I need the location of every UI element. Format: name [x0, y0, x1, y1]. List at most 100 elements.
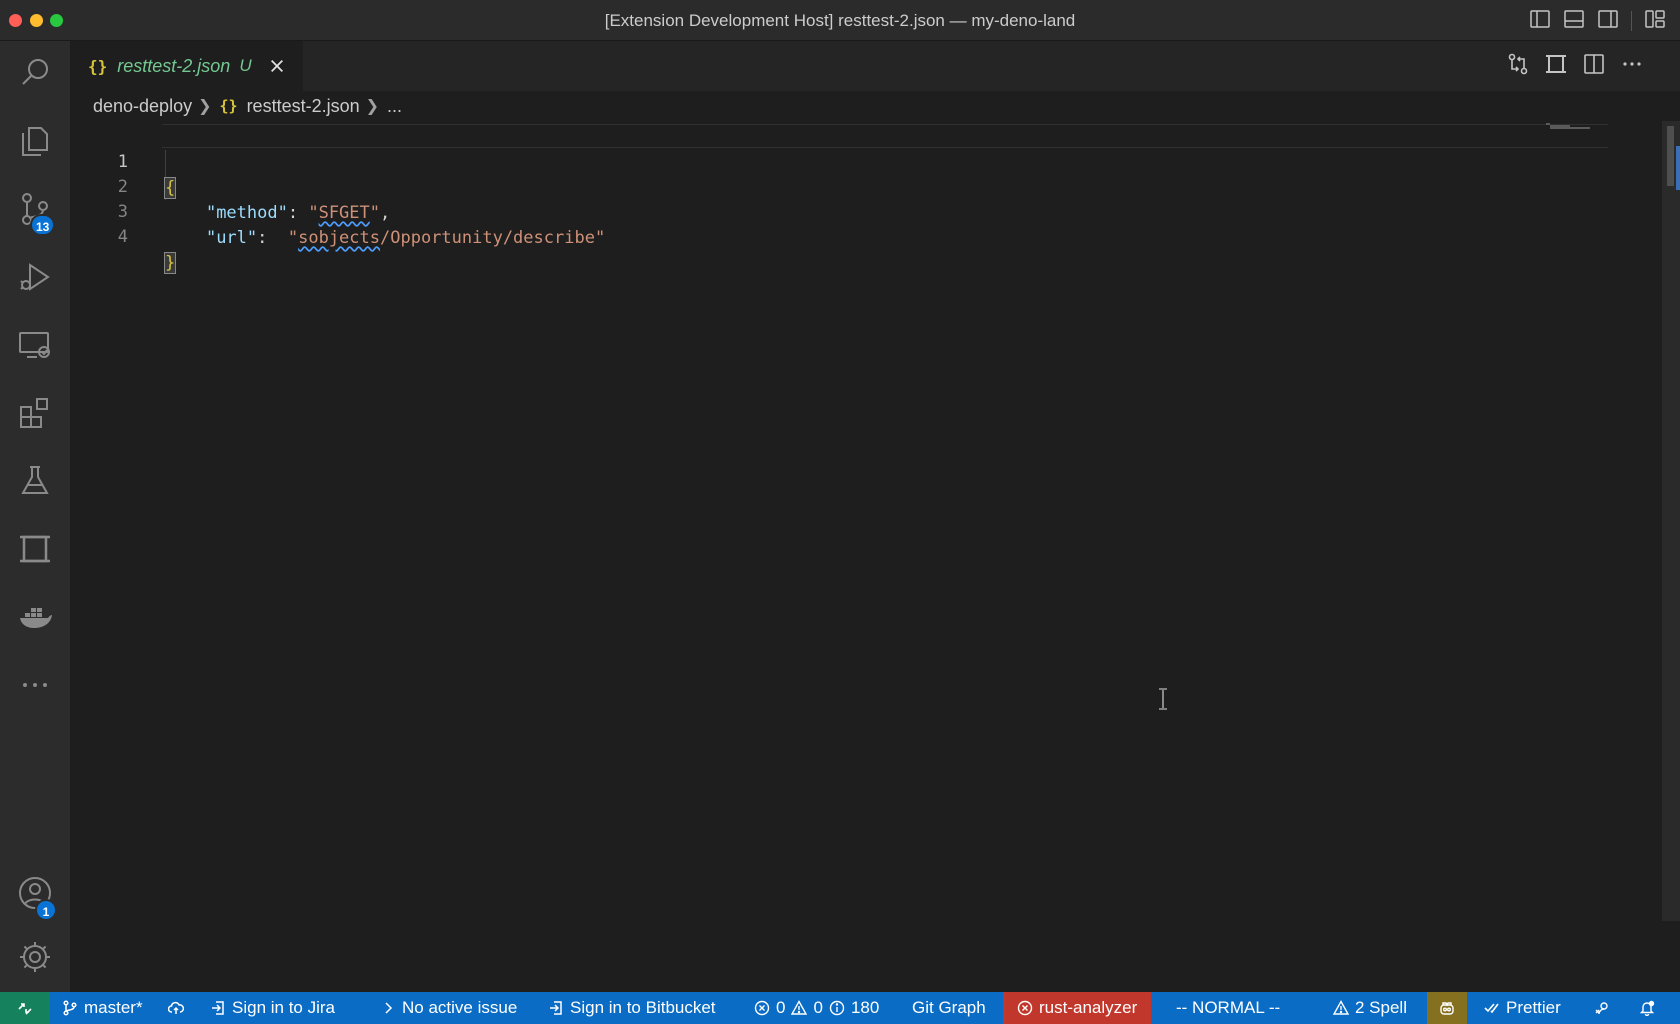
more-actions-icon[interactable]: [1620, 52, 1644, 81]
copilot-icon: [1440, 1002, 1454, 1015]
more-icon[interactable]: [0, 653, 70, 717]
breadcrumb-file[interactable]: resttest-2.json: [247, 96, 360, 117]
settings-gear-icon[interactable]: [0, 925, 70, 989]
remote-explorer-icon[interactable]: [0, 313, 70, 377]
run-and-debug-icon[interactable]: [0, 245, 70, 309]
editor-tab-bar: {} resttest-2.json U: [70, 41, 1680, 91]
search-icon[interactable]: [0, 41, 70, 105]
sign-in-icon: [212, 1001, 224, 1015]
toggle-primary-sidebar-icon[interactable]: [1529, 8, 1551, 35]
status-bar: master* Sign in to Jira No active issue …: [0, 992, 1680, 1024]
breadcrumb: deno-deploy ❯ {} resttest-2.json ❯ ...: [93, 91, 402, 121]
close-tab-icon[interactable]: [268, 57, 286, 75]
prettier-label: Prettier: [1506, 998, 1561, 1017]
notifications-button[interactable]: [1639, 992, 1655, 1024]
explorer-icon[interactable]: [0, 109, 70, 173]
quote: ": [594, 228, 606, 248]
json-value: /Opportunity/describe: [380, 228, 595, 248]
git-branch-icon: [63, 1000, 77, 1016]
breadcrumb-folder[interactable]: deno-deploy: [93, 96, 192, 117]
tab-untracked-status: U: [239, 56, 252, 75]
spell-check-status[interactable]: 2 Spell: [1333, 992, 1407, 1024]
remote-indicator[interactable]: [0, 992, 50, 1024]
scrollbar-marker: [1676, 146, 1680, 190]
source-control-badge: 13: [30, 214, 56, 236]
info-count: 180: [850, 998, 880, 1017]
json-key: "url": [205, 228, 258, 248]
minimap[interactable]: [1546, 121, 1606, 141]
vertical-scrollbar[interactable]: [1662, 121, 1680, 921]
jira-label: Sign in to Jira: [232, 998, 335, 1017]
title-bar: [Extension Development Host] resttest-2.…: [0, 0, 1680, 41]
tab-label: resttest-2.json: [117, 55, 231, 76]
accounts-icon[interactable]: 1: [0, 861, 70, 925]
activity-bar: 13 1: [0, 41, 70, 992]
close-brace: }: [163, 252, 177, 274]
active-issue-label: No active issue: [402, 998, 518, 1017]
layout-controls: [1529, 9, 1666, 33]
error-count: 0: [776, 998, 786, 1017]
chevron-right-icon: [385, 1002, 393, 1014]
active-issue[interactable]: No active issue: [380, 992, 517, 1024]
code-line: 2 "method": "SFGET",: [70, 148, 1610, 223]
problems-indicator[interactable]: 0 0 180: [754, 992, 879, 1024]
split-editor-icon[interactable]: [1582, 52, 1606, 81]
breadcrumb-symbol[interactable]: ...: [387, 96, 402, 117]
vim-mode-label: -- NORMAL --: [1176, 998, 1281, 1017]
colon: :: [257, 228, 288, 248]
git-branch[interactable]: master*: [62, 992, 143, 1024]
line-code: "url": "sobjects/Opportunity/describe": [165, 225, 605, 251]
warning-count: 0: [813, 998, 823, 1017]
divider: [1631, 11, 1632, 31]
json-file-icon: {}: [219, 97, 238, 115]
branch-name: master*: [84, 998, 143, 1017]
open-changes-icon[interactable]: [1506, 52, 1530, 81]
chevron-right-icon: ❯: [365, 98, 380, 115]
git-graph-label: Git Graph: [912, 998, 986, 1017]
vim-mode: -- NORMAL --: [1176, 992, 1280, 1024]
bitbucket-label: Sign in to Bitbucket: [570, 998, 716, 1017]
toggle-panel-icon[interactable]: [1563, 8, 1585, 35]
scrollbar-thumb[interactable]: [1667, 126, 1674, 186]
docker-icon[interactable]: [0, 585, 70, 649]
sign-in-icon: [550, 1001, 562, 1015]
rust-analyzer-label: rust-analyzer: [1039, 998, 1138, 1017]
quote: ": [287, 228, 299, 248]
screen-icon-action[interactable]: [1544, 52, 1568, 81]
json-file-icon: {}: [88, 56, 108, 76]
double-check-icon: [1484, 1003, 1499, 1014]
accounts-badge: 1: [35, 899, 57, 921]
tab-resttest-2-json[interactable]: {} resttest-2.json U: [70, 41, 303, 91]
prettier-status[interactable]: Prettier: [1484, 992, 1561, 1024]
git-graph-button[interactable]: Git Graph: [912, 992, 986, 1024]
code-line: 3 "url": "sobjects/Opportunity/describe": [70, 173, 1610, 248]
rust-analyzer-status[interactable]: rust-analyzer: [1003, 992, 1152, 1024]
testing-icon[interactable]: [0, 449, 70, 513]
text-cursor-icon: [1159, 688, 1167, 710]
code-editor[interactable]: 1 { 2 "method": "SFGET", 3 "url": "sobje…: [70, 121, 1680, 992]
jira-sign-in[interactable]: Sign in to Jira: [210, 992, 335, 1024]
copilot-status[interactable]: [1427, 992, 1467, 1024]
code-line: 4 }: [70, 198, 1610, 274]
sync-button[interactable]: [168, 992, 184, 1024]
line-number: 4: [117, 227, 128, 247]
warning-icon: [1333, 1000, 1349, 1015]
screen-icon[interactable]: [0, 517, 70, 581]
vscode-window: [Extension Development Host] resttest-2.…: [0, 0, 1680, 1024]
window-title: [Extension Development Host] resttest-2.…: [604, 11, 1076, 30]
warning-icon: [791, 1000, 808, 1015]
info-icon: [829, 1000, 845, 1016]
extensions-icon[interactable]: [0, 381, 70, 445]
bitbucket-sign-in[interactable]: Sign in to Bitbucket: [548, 992, 716, 1024]
feedback-button[interactable]: [1594, 992, 1610, 1024]
line-code: }: [163, 250, 177, 276]
minimap-line: [1550, 127, 1590, 129]
remote-icon: [18, 1003, 32, 1015]
customize-layout-icon[interactable]: [1644, 8, 1666, 35]
spell-label: 2 Spell: [1355, 998, 1407, 1017]
error-icon: [1017, 1000, 1033, 1016]
feedback-icon: [1595, 1002, 1608, 1015]
toggle-secondary-sidebar-icon[interactable]: [1597, 8, 1619, 35]
source-control-icon[interactable]: 13: [0, 177, 70, 241]
